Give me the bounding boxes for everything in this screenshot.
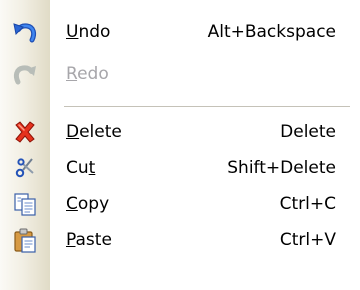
menu-item-shortcut: Alt+Backspace — [207, 22, 336, 42]
menu-item-label: Copy — [66, 194, 110, 214]
undo-arrow-icon — [12, 19, 38, 45]
menu-item-paste[interactable]: Paste Ctrl+V — [0, 222, 360, 258]
clipboard-icon — [12, 227, 38, 253]
menu-item-shortcut: Ctrl+V — [279, 230, 336, 250]
scissors-icon — [12, 155, 38, 181]
menu-item-copy[interactable]: Copy Ctrl+C — [0, 186, 360, 222]
menu-item-shortcut: Ctrl+C — [279, 194, 336, 214]
menu-item-delete[interactable]: Delete Delete — [0, 114, 360, 150]
menu-item-shortcut: Shift+Delete — [227, 158, 336, 178]
menu-item-undo[interactable]: Undo Alt+Backspace — [0, 14, 360, 50]
menu-item-label: Redo — [66, 64, 109, 84]
red-x-icon — [12, 119, 38, 145]
menu-separator — [64, 106, 350, 107]
edit-context-menu: Undo Alt+Backspace Redo Delete Delete Cu… — [0, 0, 360, 290]
menu-item-label: Cut — [66, 158, 96, 178]
menu-item-shortcut: Delete — [280, 122, 336, 142]
menu-item-label: Undo — [66, 22, 111, 42]
copy-pages-icon — [12, 191, 38, 217]
menu-item-redo[interactable]: Redo — [0, 56, 360, 92]
menu-item-label: Delete — [66, 122, 122, 142]
redo-arrow-icon — [12, 61, 38, 87]
menu-item-label: Paste — [66, 230, 112, 250]
menu-item-cut[interactable]: Cut Shift+Delete — [0, 150, 360, 186]
